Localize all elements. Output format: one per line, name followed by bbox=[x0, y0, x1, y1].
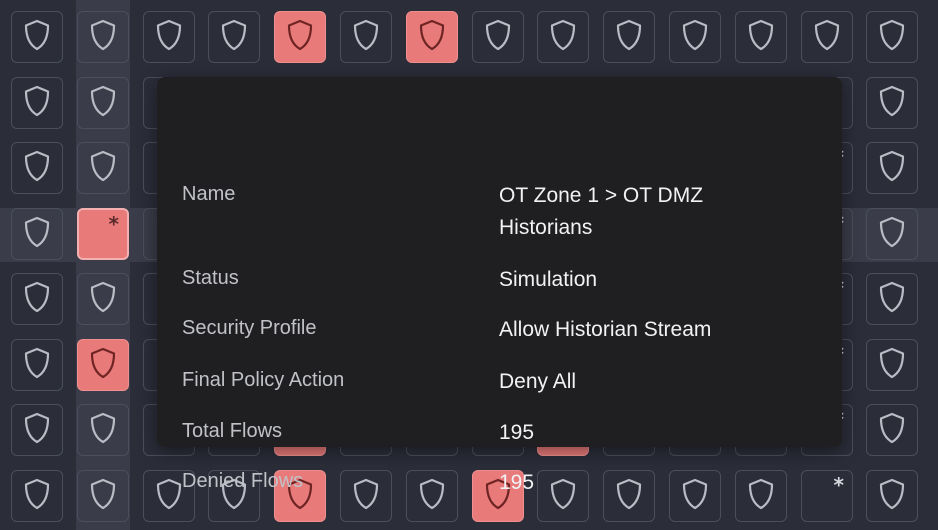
total-flows-label: Total Flows bbox=[182, 420, 283, 442]
security-profile-value: Allow Historian Stream bbox=[499, 318, 712, 341]
shield-icon bbox=[877, 477, 907, 515]
shield-icon bbox=[877, 280, 907, 318]
matrix-cell[interactable] bbox=[866, 470, 918, 522]
matrix-cell[interactable] bbox=[866, 77, 918, 129]
matrix-cell[interactable] bbox=[77, 339, 129, 391]
matrix-cell[interactable] bbox=[11, 208, 63, 260]
matrix-cell[interactable] bbox=[274, 11, 326, 63]
shield-icon bbox=[877, 215, 907, 253]
final-policy-action-value: Deny All bbox=[499, 370, 577, 393]
shield-icon bbox=[548, 18, 578, 56]
matrix-cell[interactable] bbox=[11, 470, 63, 522]
shield-icon bbox=[285, 18, 315, 56]
shield-icon bbox=[746, 18, 776, 56]
shield-icon bbox=[877, 149, 907, 187]
name-value: OT Zone 1 > OT DMZ Historians bbox=[499, 184, 704, 239]
shield-icon bbox=[877, 18, 907, 56]
shield-icon bbox=[88, 280, 118, 318]
status-label: Status bbox=[182, 267, 239, 289]
matrix-cell[interactable] bbox=[406, 11, 458, 63]
cell-details-tooltip: Name OT Zone 1 > OT DMZ Historians Statu… bbox=[157, 77, 842, 494]
matrix-cell[interactable] bbox=[77, 470, 129, 522]
denied-flows-label: Denied Flows bbox=[182, 470, 304, 492]
matrix-cell[interactable]: * bbox=[77, 208, 129, 260]
matrix-cell[interactable] bbox=[208, 11, 260, 63]
shield-icon bbox=[219, 18, 249, 56]
shield-icon bbox=[351, 18, 381, 56]
matrix-cell[interactable] bbox=[11, 404, 63, 456]
name-label: Name bbox=[182, 183, 236, 205]
matrix-cell[interactable] bbox=[866, 11, 918, 63]
matrix-cell[interactable] bbox=[77, 142, 129, 194]
matrix-cell[interactable] bbox=[11, 142, 63, 194]
shield-icon bbox=[877, 84, 907, 122]
shield-icon bbox=[22, 215, 52, 253]
shield-icon bbox=[22, 411, 52, 449]
matrix-cell[interactable] bbox=[866, 273, 918, 325]
shield-icon bbox=[88, 149, 118, 187]
matrix-cell[interactable] bbox=[866, 142, 918, 194]
shield-icon bbox=[88, 411, 118, 449]
matrix-cell[interactable] bbox=[77, 273, 129, 325]
asterisk-marker: * bbox=[108, 212, 119, 236]
shield-icon bbox=[88, 346, 118, 384]
status-value: Simulation bbox=[499, 268, 598, 291]
shield-icon bbox=[22, 477, 52, 515]
matrix-cell[interactable] bbox=[866, 339, 918, 391]
matrix-cell[interactable] bbox=[77, 11, 129, 63]
matrix-cell[interactable] bbox=[11, 77, 63, 129]
matrix-cell[interactable] bbox=[866, 208, 918, 260]
matrix-cell[interactable] bbox=[669, 11, 721, 63]
matrix-cell[interactable] bbox=[406, 470, 458, 522]
security-profile-label: Security Profile bbox=[182, 317, 317, 339]
shield-icon bbox=[614, 18, 644, 56]
shield-icon bbox=[417, 477, 447, 515]
shield-icon bbox=[680, 18, 710, 56]
matrix-cell[interactable] bbox=[735, 11, 787, 63]
asterisk-marker: * bbox=[833, 473, 844, 497]
shield-icon bbox=[483, 18, 513, 56]
denied-flows-value: 195 bbox=[499, 471, 535, 494]
shield-icon bbox=[351, 477, 381, 515]
final-policy-action-label: Final Policy Action bbox=[182, 369, 345, 391]
matrix-cell[interactable] bbox=[11, 273, 63, 325]
matrix-cell[interactable] bbox=[801, 11, 853, 63]
matrix-cell[interactable] bbox=[11, 11, 63, 63]
shield-icon bbox=[88, 18, 118, 56]
shield-icon bbox=[417, 18, 447, 56]
matrix-cell[interactable] bbox=[603, 11, 655, 63]
shield-icon bbox=[154, 477, 184, 515]
shield-icon bbox=[22, 346, 52, 384]
matrix-cell[interactable] bbox=[472, 11, 524, 63]
shield-icon bbox=[22, 280, 52, 318]
matrix-cell[interactable] bbox=[11, 339, 63, 391]
matrix-cell[interactable] bbox=[340, 470, 392, 522]
shield-icon bbox=[88, 477, 118, 515]
matrix-cell[interactable]: * bbox=[801, 470, 853, 522]
matrix-cell[interactable] bbox=[537, 11, 589, 63]
shield-icon bbox=[877, 346, 907, 384]
matrix-cell[interactable] bbox=[866, 404, 918, 456]
matrix-cell[interactable] bbox=[340, 11, 392, 63]
matrix-cell[interactable] bbox=[77, 404, 129, 456]
shield-icon bbox=[22, 149, 52, 187]
shield-icon bbox=[154, 18, 184, 56]
shield-icon bbox=[22, 18, 52, 56]
shield-icon bbox=[812, 18, 842, 56]
shield-icon bbox=[22, 84, 52, 122]
matrix-cell[interactable] bbox=[77, 77, 129, 129]
shield-icon bbox=[88, 84, 118, 122]
total-flows-value: 195 bbox=[499, 421, 535, 444]
shield-icon bbox=[877, 411, 907, 449]
matrix-cell[interactable] bbox=[143, 11, 195, 63]
